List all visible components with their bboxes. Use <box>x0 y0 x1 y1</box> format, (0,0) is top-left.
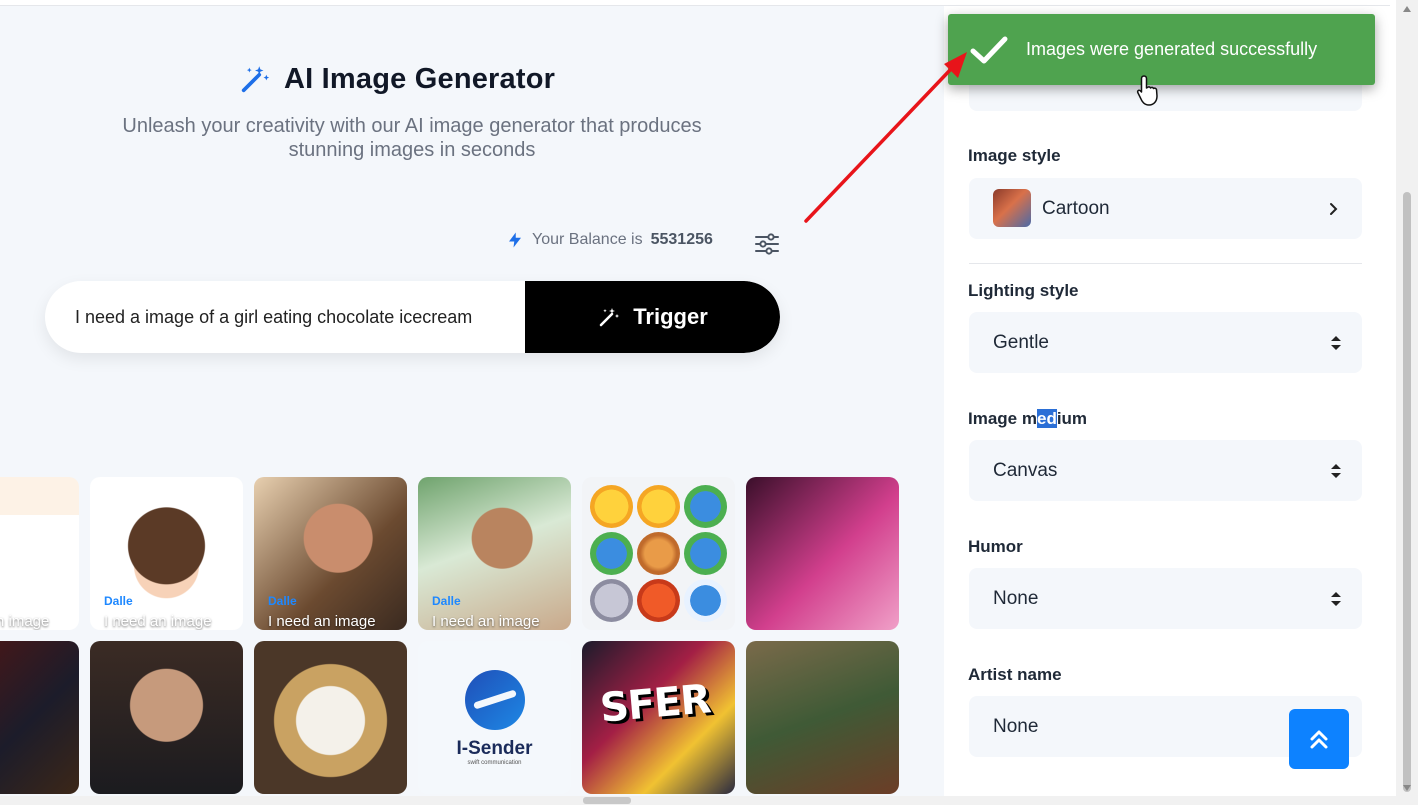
i-sender-logo-icon <box>464 669 525 730</box>
scrollbar-thumb[interactable] <box>583 797 631 804</box>
scroll-up-arrow-icon[interactable] <box>1403 6 1411 12</box>
scroll-down-arrow-icon[interactable] <box>1403 785 1411 791</box>
lightning-icon <box>509 232 521 248</box>
hand-cursor-icon <box>1136 75 1158 106</box>
gallery-image[interactable] <box>90 641 243 794</box>
prompt-input[interactable] <box>45 281 525 353</box>
double-chevron-up-icon <box>1310 730 1328 749</box>
balance-amount: 5531256 <box>650 231 713 248</box>
image-medium-select[interactable]: Canvas <box>969 440 1362 501</box>
settings-panel: Image style Cartoon Lighting style Gentl… <box>944 6 1396 796</box>
artist-name-label: Artist name <box>968 665 1062 684</box>
settings-sliders-button[interactable] <box>752 230 782 258</box>
sfer-art-text: SFER <box>598 676 713 732</box>
main-content: AI Image Generator Unleash your creativi… <box>0 6 944 796</box>
gallery-image[interactable] <box>254 641 407 794</box>
subtitle-line-1: Unleash your creativity with our AI imag… <box>122 115 702 137</box>
gallery-image[interactable] <box>746 641 899 794</box>
checkmark-icon <box>970 36 1008 63</box>
subtitle-line-2: stunning images in seconds <box>288 139 536 161</box>
magic-wand-icon <box>241 66 270 93</box>
select-arrows-icon <box>1331 463 1341 478</box>
gallery-image[interactable]: SFER <box>582 641 735 794</box>
humor-select[interactable]: None <box>969 568 1362 629</box>
image-style-value: Cartoon <box>1042 197 1110 219</box>
image-style-label: Image style <box>968 146 1061 165</box>
gallery-image[interactable] <box>0 641 79 794</box>
trigger-label: Trigger <box>633 304 708 329</box>
page-title: AI Image Generator <box>284 62 556 95</box>
image-gallery: n image Dalle I need an image Dalle I ne… <box>0 477 899 794</box>
gallery-image[interactable]: Dalle I need an image <box>254 477 407 630</box>
gallery-image[interactable]: Dalle I need an image <box>90 477 243 630</box>
emoji-planets-art <box>590 485 727 622</box>
image-model-tag: Dalle <box>104 594 133 608</box>
sliders-icon <box>755 233 779 255</box>
chevron-right-icon <box>1330 203 1338 215</box>
page-subtitle: Unleash your creativity with our AI imag… <box>40 114 784 162</box>
magic-wand-icon <box>599 308 620 327</box>
image-caption: I need an image <box>432 613 540 630</box>
logo-tagline: swift communication <box>467 759 522 766</box>
section-divider <box>969 263 1362 264</box>
image-medium-label-part: Image m <box>968 409 1037 428</box>
horizontal-scrollbar[interactable] <box>0 796 1396 805</box>
gallery-image[interactable] <box>746 477 899 630</box>
image-model-tag: Dalle <box>268 594 297 608</box>
gallery-image[interactable] <box>582 477 735 630</box>
image-caption: I need an image <box>268 613 376 630</box>
image-model-tag: Dalle <box>432 594 461 608</box>
balance-label: Your Balance is <box>532 231 643 248</box>
image-caption: n image <box>0 613 50 630</box>
image-medium-value: Canvas <box>993 459 1058 481</box>
scrollbar-thumb[interactable] <box>1403 192 1411 792</box>
gallery-image[interactable]: n image <box>0 477 79 630</box>
vertical-scrollbar[interactable] <box>1396 0 1418 805</box>
image-style-select[interactable]: Cartoon <box>969 178 1362 239</box>
cartoon-thumbnail <box>993 189 1031 227</box>
select-arrows-icon <box>1331 335 1341 350</box>
balance-display: Your Balance is 5531256 <box>506 230 713 250</box>
lighting-style-label: Lighting style <box>968 281 1079 300</box>
image-caption: I need an image <box>104 613 212 630</box>
image-medium-label-part: ium <box>1056 409 1088 428</box>
gallery-image[interactable]: I-Sender swift communication <box>418 641 571 794</box>
scroll-to-top-button[interactable] <box>1289 709 1349 769</box>
humor-value: None <box>993 587 1039 609</box>
trigger-button[interactable]: Trigger <box>525 281 780 353</box>
artist-name-value: None <box>993 715 1039 737</box>
gallery-image[interactable]: Dalle I need an image <box>418 477 571 630</box>
text-selection-highlight: ed <box>1036 409 1057 428</box>
lighting-style-value: Gentle <box>993 331 1049 353</box>
image-medium-label: Image medium <box>968 409 1087 429</box>
humor-label: Humor <box>968 537 1023 556</box>
select-arrows-icon <box>1331 591 1341 606</box>
prompt-bar: Trigger <box>45 281 780 353</box>
hero-title-row: AI Image Generator <box>238 62 555 96</box>
toast-message: Images were generated successfully <box>1026 39 1318 59</box>
lighting-style-select[interactable]: Gentle <box>969 312 1362 373</box>
logo-text: I-Sender <box>456 737 533 759</box>
